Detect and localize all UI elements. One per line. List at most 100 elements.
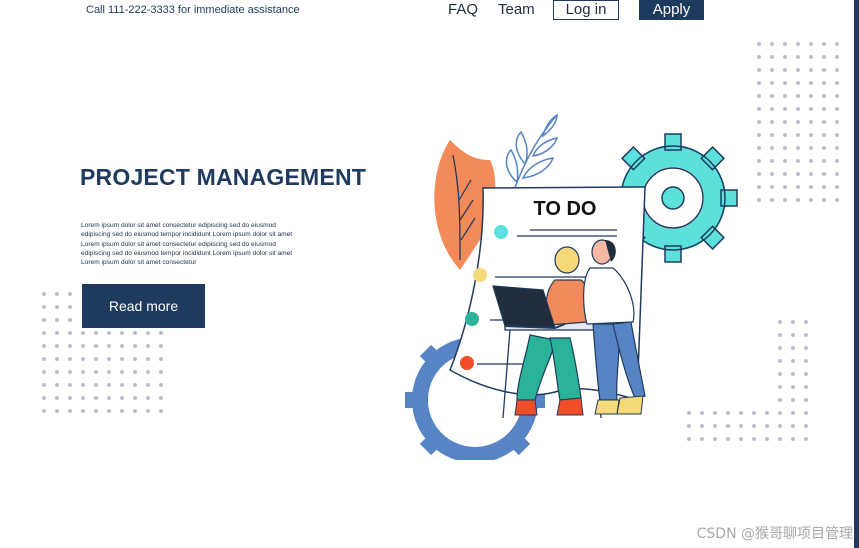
pattern-dot <box>757 172 761 176</box>
pattern-dot <box>55 396 59 400</box>
pattern-dot <box>120 331 124 335</box>
pattern-dot <box>809 107 813 111</box>
todo-illustration: TO DO <box>405 113 738 460</box>
pattern-dot <box>778 372 782 376</box>
pattern-dot <box>757 120 761 124</box>
pattern-dot <box>796 185 800 189</box>
csdn-watermark: CSDN @猴哥聊项目管理 <box>696 526 853 542</box>
pattern-dot <box>783 81 787 85</box>
pattern-dot <box>778 359 782 363</box>
pattern-dot <box>107 331 111 335</box>
pattern-dot <box>804 424 808 428</box>
pattern-dot <box>783 68 787 72</box>
pattern-dot <box>822 172 826 176</box>
pattern-dot <box>822 133 826 137</box>
pattern-dot <box>804 437 808 441</box>
pattern-dot <box>120 370 124 374</box>
pattern-dot <box>822 198 826 202</box>
pattern-dot <box>94 409 98 413</box>
pattern-dot <box>55 331 59 335</box>
pattern-dot <box>757 81 761 85</box>
pattern-dot <box>822 42 826 46</box>
pattern-dot <box>822 94 826 98</box>
pattern-dot <box>146 409 150 413</box>
pattern-dot <box>42 396 46 400</box>
nav-link-team[interactable]: Team <box>498 1 535 18</box>
pattern-dot <box>783 146 787 150</box>
pattern-dot <box>796 120 800 124</box>
pattern-dot <box>796 133 800 137</box>
pattern-dot <box>159 396 163 400</box>
pattern-dot <box>765 424 769 428</box>
pattern-dot <box>835 133 839 137</box>
pattern-dot <box>770 120 774 124</box>
pattern-dot <box>120 396 124 400</box>
pattern-dot <box>804 411 808 415</box>
login-button[interactable]: Log in <box>553 0 619 20</box>
nav-link-faq[interactable]: FAQ <box>448 1 478 18</box>
pattern-dot <box>107 409 111 413</box>
pattern-dot <box>133 344 137 348</box>
pattern-dot <box>783 159 787 163</box>
pattern-dot <box>55 370 59 374</box>
pattern-dot <box>81 331 85 335</box>
pattern-dot <box>770 172 774 176</box>
pattern-dot <box>809 68 813 72</box>
pattern-dot <box>68 292 72 296</box>
pattern-dot <box>757 68 761 72</box>
contact-phone-text: Call 111-222-3333 for immediate assistan… <box>86 4 300 16</box>
pattern-dot <box>804 359 808 363</box>
pattern-dot <box>146 331 150 335</box>
pattern-dot <box>804 333 808 337</box>
pattern-dot <box>791 437 795 441</box>
pattern-dot <box>159 357 163 361</box>
pattern-dot <box>804 346 808 350</box>
pattern-dot <box>42 357 46 361</box>
pattern-dot <box>81 344 85 348</box>
pattern-dot <box>822 81 826 85</box>
pattern-dot <box>809 120 813 124</box>
pattern-dot <box>42 344 46 348</box>
pattern-dot <box>68 409 72 413</box>
pattern-dot <box>757 185 761 189</box>
pattern-dot <box>835 172 839 176</box>
pattern-dot <box>791 385 795 389</box>
pattern-dot <box>42 318 46 322</box>
apply-button[interactable]: Apply <box>639 0 704 20</box>
pattern-dot <box>146 370 150 374</box>
pattern-dot <box>835 146 839 150</box>
pattern-dot <box>94 383 98 387</box>
pattern-dot <box>770 198 774 202</box>
pattern-dot <box>778 398 782 402</box>
pattern-dot <box>783 120 787 124</box>
pattern-dot <box>783 94 787 98</box>
pattern-dot <box>770 42 774 46</box>
pattern-dot <box>778 346 782 350</box>
pattern-dot <box>68 344 72 348</box>
hero-body-line: Lorem ipsum dolor sit amet consectetur <box>81 259 197 267</box>
pattern-dot <box>796 107 800 111</box>
pattern-dot <box>757 42 761 46</box>
pattern-dot <box>55 344 59 348</box>
top-navigation-bar: Call 111-222-3333 for immediate assistan… <box>0 0 854 24</box>
pattern-dot <box>81 383 85 387</box>
read-more-button[interactable]: Read more <box>82 284 205 328</box>
pattern-dot <box>783 42 787 46</box>
pattern-dot <box>107 383 111 387</box>
pattern-dot <box>778 437 782 441</box>
pattern-dot <box>783 172 787 176</box>
pattern-dot <box>770 185 774 189</box>
pattern-dot <box>778 385 782 389</box>
pattern-dot <box>796 81 800 85</box>
pattern-dot <box>791 346 795 350</box>
pattern-dot <box>68 305 72 309</box>
todo-bullet-green <box>465 312 479 326</box>
pattern-dot <box>94 396 98 400</box>
pattern-dot <box>796 146 800 150</box>
pattern-dot <box>68 383 72 387</box>
pattern-dot <box>94 370 98 374</box>
pattern-dot <box>68 318 72 322</box>
hero-body-line: edipiscing sed do eiusmod tempor incidid… <box>81 231 293 239</box>
pattern-dot <box>770 107 774 111</box>
pattern-dot <box>55 305 59 309</box>
